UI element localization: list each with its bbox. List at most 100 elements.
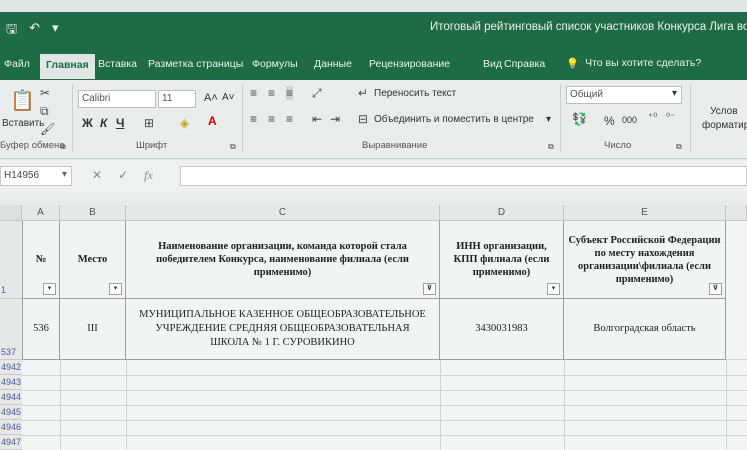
copy-icon[interactable]: ⧉ <box>40 104 49 119</box>
italic-button[interactable]: К <box>100 116 107 130</box>
column-header-d[interactable]: D <box>440 205 564 221</box>
header-cell-number[interactable]: № ▾ <box>22 221 60 299</box>
insert-function-button[interactable]: fx <box>144 168 153 183</box>
alignment-launcher-icon[interactable]: ⧉ <box>548 142 554 152</box>
save-icon[interactable]: 🖫 <box>6 20 17 42</box>
font-size-select[interactable]: 11 <box>158 90 196 108</box>
cell-f-empty[interactable] <box>726 221 747 360</box>
number-format-dropdown-icon[interactable]: ▾ <box>672 88 677 99</box>
lightbulb-icon: 💡 <box>566 58 580 70</box>
row-header[interactable]: 4942 <box>0 360 22 375</box>
column-header-c[interactable]: C <box>126 205 440 221</box>
formula-input[interactable] <box>180 166 747 186</box>
merge-center-button[interactable]: Объединить и поместить в центре <box>374 114 534 125</box>
align-bottom-icon[interactable]: ≡ <box>286 86 294 100</box>
tab-help[interactable]: Справка <box>504 58 545 70</box>
gridline <box>22 375 747 376</box>
number-format-select[interactable]: Общий <box>566 86 682 104</box>
filter-dropdown-icon[interactable]: ▾ <box>547 283 560 295</box>
column-header-e[interactable]: E <box>564 205 726 221</box>
accounting-format-icon[interactable]: 💱 <box>572 112 587 126</box>
wrap-text-button[interactable]: Переносить текст <box>374 88 456 99</box>
undo-icon[interactable]: ↶ <box>29 20 40 42</box>
number-launcher-icon[interactable]: ⧉ <box>676 142 682 152</box>
paste-button[interactable]: Вставить <box>2 118 44 129</box>
tab-file[interactable]: Файл <box>4 58 30 70</box>
row-header-1[interactable]: 1 <box>0 221 22 299</box>
align-left-icon[interactable]: ≡ <box>250 112 257 126</box>
fill-color-icon[interactable]: ◈ <box>180 116 189 130</box>
font-launcher-icon[interactable]: ⧉ <box>230 142 236 152</box>
header-cell-organization[interactable]: Наименование организации, команда которо… <box>126 221 440 299</box>
decrease-decimal-icon[interactable]: ⁰⁻ <box>666 112 675 123</box>
tab-review[interactable]: Рецензирование <box>369 58 450 70</box>
alignment-group-label: Выравнивание <box>362 140 428 151</box>
increase-indent-icon[interactable]: ⇥ <box>330 112 340 126</box>
cut-icon[interactable]: ✂ <box>40 86 50 100</box>
enter-icon[interactable]: ✓ <box>118 168 128 183</box>
tab-home[interactable]: Главная <box>40 54 95 79</box>
filter-dropdown-icon[interactable]: ▾ <box>109 283 122 295</box>
header-cell-inn[interactable]: ИНН организации, КПП филиала (если приме… <box>440 221 564 299</box>
shrink-font-button[interactable]: A˅ <box>222 92 235 103</box>
column-header-a[interactable]: A <box>22 205 60 221</box>
header-cell-place[interactable]: Место ▾ <box>60 221 126 299</box>
separator <box>242 84 243 152</box>
gridline <box>126 360 127 450</box>
tab-page-layout[interactable]: Разметка страницы <box>148 58 243 70</box>
row-header-record[interactable]: 537 <box>0 299 22 360</box>
align-top-icon[interactable]: ≡ <box>250 86 257 100</box>
filter-dropdown-icon[interactable]: ▾ <box>43 283 56 295</box>
orientation-icon[interactable]: ⤢ <box>312 86 322 101</box>
bold-button[interactable]: Ж <box>82 116 93 130</box>
quick-access-more-icon[interactable]: ▾ <box>52 20 59 42</box>
select-all-corner[interactable] <box>0 205 22 221</box>
row-header[interactable]: 4943 <box>0 375 22 390</box>
tab-insert[interactable]: Вставка <box>98 58 137 70</box>
column-header-b[interactable]: B <box>60 205 126 221</box>
align-middle-icon[interactable]: ≡ <box>268 86 275 100</box>
merge-center-dropdown-icon[interactable]: ▾ <box>546 114 551 125</box>
clipboard-launcher-icon[interactable]: ⧉ <box>60 142 66 152</box>
row-header[interactable]: 4946 <box>0 420 22 435</box>
grid-top-gap <box>0 192 747 205</box>
cell-place[interactable]: III <box>60 299 126 360</box>
borders-icon[interactable]: ⊞ <box>144 116 154 130</box>
header-text: Наименование организации, команда которо… <box>156 241 409 278</box>
tab-formulas[interactable]: Формулы <box>252 58 298 70</box>
cell-region[interactable]: Волгоградская область <box>564 299 726 360</box>
tell-me-box[interactable]: 💡 Что вы хотите сделать? <box>566 57 701 70</box>
grow-font-button[interactable]: A˄ <box>204 92 218 104</box>
format-painter-icon[interactable]: 🖌 <box>40 122 55 136</box>
cell-inn[interactable]: 3430031983 <box>440 299 564 360</box>
thousands-separator-button[interactable]: 000 <box>622 115 637 125</box>
row-header[interactable]: 4947 <box>0 435 22 450</box>
gridline <box>22 420 747 421</box>
header-cell-region[interactable]: Субъект Российской Федерации по месту на… <box>564 221 726 299</box>
gridline <box>22 405 747 406</box>
separator <box>560 84 561 152</box>
align-right-icon[interactable]: ≡ <box>286 112 293 126</box>
row-header[interactable]: 4944 <box>0 390 22 405</box>
cell-organization[interactable]: МУНИЦИПАЛЬНОЕ КАЗЕННОЕ ОБЩЕОБРАЗОВАТЕЛЬН… <box>126 299 440 360</box>
tab-view[interactable]: Вид <box>483 58 502 70</box>
conditional-formatting-button[interactable]: Услов <box>710 106 738 117</box>
row-header[interactable]: 4945 <box>0 405 22 420</box>
tab-data[interactable]: Данные <box>314 58 352 70</box>
header-text: № <box>35 254 47 265</box>
name-box-dropdown-icon[interactable]: ▾ <box>62 169 67 180</box>
paste-icon[interactable]: 📋 <box>10 88 35 113</box>
ribbon: 📋 Вставить ✂ ⧉ 🖌 Буфер обмена ⧉ Calibri … <box>0 80 747 159</box>
underline-button[interactable]: Ч <box>116 116 124 130</box>
cell-number[interactable]: 536 <box>22 299 60 360</box>
font-color-icon[interactable]: A <box>208 114 217 128</box>
filter-active-icon[interactable]: ⊽ <box>709 283 722 295</box>
cancel-icon[interactable]: ✕ <box>92 168 102 183</box>
decrease-indent-icon[interactable]: ⇤ <box>312 112 322 126</box>
percent-button[interactable]: % <box>604 114 615 128</box>
filter-active-icon[interactable]: ⊽ <box>423 283 436 295</box>
font-name-select[interactable]: Calibri <box>78 90 156 108</box>
column-header-next[interactable] <box>726 205 747 221</box>
increase-decimal-icon[interactable]: ⁺⁰ <box>648 112 657 123</box>
align-center-icon[interactable]: ≡ <box>268 112 275 126</box>
